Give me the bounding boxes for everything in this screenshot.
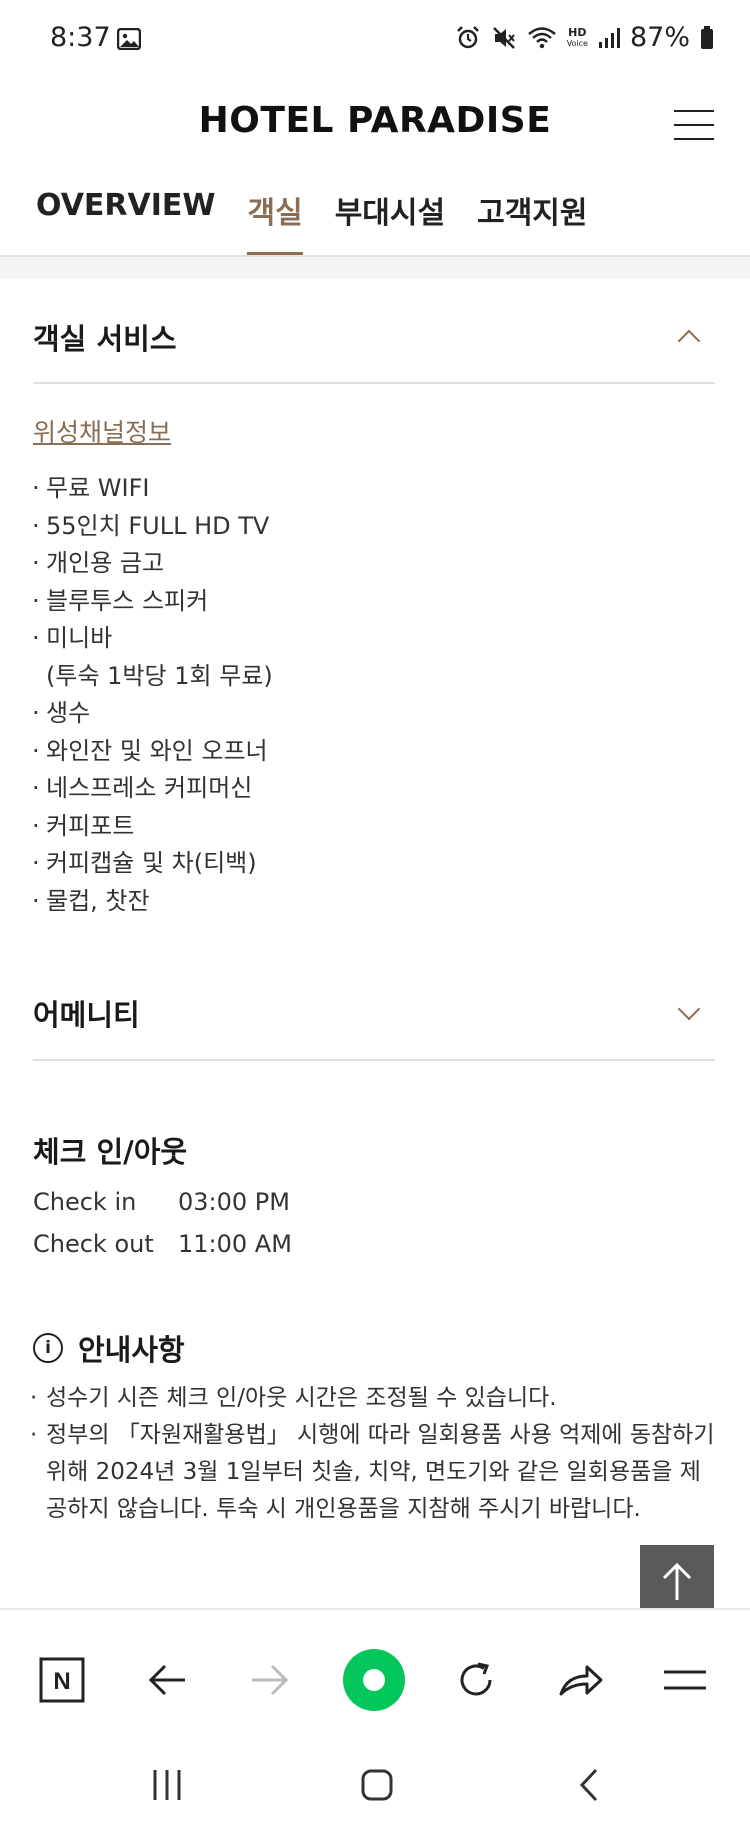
- list-item: · 미니바 (투숙 1박당 1회 무료): [32, 624, 273, 690]
- battery-icon: [701, 25, 713, 49]
- checkout-label: Check out: [33, 1230, 154, 1258]
- arrow-right-icon: [252, 1664, 289, 1696]
- wifi-icon: [527, 26, 556, 48]
- voice-label: Voice: [566, 38, 588, 48]
- category-tabs: OVERVIEW 객실 부대시설 고객지원: [36, 188, 588, 255]
- notice-item-text: 성수기 시즌 체크 인/아웃 시간은 조정될 수 있습니다.: [46, 1385, 557, 1411]
- minibar-note: (투숙 1박당 1회 무료): [46, 661, 273, 690]
- checkout-time: 11:00 AM: [178, 1230, 292, 1258]
- share-icon: [559, 1665, 603, 1696]
- system-back-button[interactable]: [567, 1760, 611, 1810]
- home-button[interactable]: [355, 1760, 399, 1810]
- list-item: · 커피캡슐 및 차(티백): [32, 849, 257, 877]
- naver-n-glyph: N: [53, 1668, 70, 1695]
- list-item: · 블루투스 스피커: [32, 586, 209, 615]
- notice-list: · 성수기 시즌 체크 인/아웃 시간은 조정될 수 있습니다. · 정부의 「자원…: [28, 1380, 718, 1528]
- section-gap: [0, 257, 750, 279]
- menu-icon: [664, 1670, 706, 1690]
- status-time: 8:37: [50, 22, 111, 53]
- notice-title: 안내사항: [78, 1333, 185, 1367]
- list-item-label: 블루투스 스피커: [46, 586, 209, 615]
- list-item: · 55인치 FULL HD TV: [32, 511, 270, 540]
- naver-n-icon: N: [39, 1657, 85, 1703]
- forward-button[interactable]: [245, 1655, 295, 1705]
- status-icons: HD Voice 87%: [455, 22, 714, 53]
- green-dot-button[interactable]: [339, 1645, 409, 1715]
- recent-apps-button[interactable]: [145, 1760, 189, 1810]
- room-service-title[interactable]: 객실 서비스: [33, 316, 177, 358]
- list-item: · 와인잔 및 와인 오프너: [32, 736, 268, 765]
- share-button[interactable]: [556, 1655, 606, 1705]
- signal-icon: [598, 27, 620, 48]
- room-service-divider: [33, 382, 715, 384]
- list-item: · 네스프레소 커피머신: [32, 774, 253, 802]
- chevron-up-icon[interactable]: [677, 329, 701, 353]
- amenity-divider: [33, 1059, 715, 1061]
- refresh-icon: [460, 1662, 492, 1696]
- naver-home-button[interactable]: N: [37, 1655, 87, 1705]
- alarm-icon: [456, 25, 479, 48]
- chevron-down-icon[interactable]: [677, 997, 701, 1021]
- gallery-notification-icon: [117, 28, 141, 50]
- notice-item-text: 정부의 「자원재활용법」 시행에 따라 일회용품 사용 억제에 동참하기 위해 …: [46, 1422, 715, 1522]
- list-item: · 커피포트: [32, 811, 135, 840]
- notice-item: · 정부의 「자원재활용법」 시행에 따라 일회용품 사용 억제에 동참하기 위해…: [30, 1422, 715, 1522]
- tab-customer-support[interactable]: 고객지원: [477, 188, 587, 255]
- battery-percent: 87%: [629, 22, 690, 53]
- hamburger-menu-button[interactable]: [674, 108, 714, 142]
- list-item-label: 55인치 FULL HD TV: [46, 511, 270, 540]
- tab-facilities[interactable]: 부대시설: [335, 188, 445, 255]
- list-item-label: 커피캡슐 및 차(티백): [46, 849, 257, 877]
- notice-item: · 성수기 시즌 체크 인/아웃 시간은 조정될 수 있습니다.: [30, 1385, 557, 1411]
- green-dot-icon: [343, 1649, 405, 1711]
- list-item: · 개인용 금고: [32, 549, 165, 577]
- browser-menu-button[interactable]: [660, 1655, 710, 1705]
- chevron-left-icon: [579, 1768, 598, 1802]
- checkin-label: Check in: [33, 1188, 137, 1216]
- list-item-label: 무료 WIFI: [46, 474, 150, 502]
- hd-voice-icon: HD Voice: [567, 27, 588, 49]
- satellite-channel-link[interactable]: 위성채널정보: [33, 413, 171, 449]
- list-item-label: 커피포트: [46, 811, 135, 840]
- checkin-time: 03:00 PM: [178, 1188, 290, 1216]
- list-item: · 무료 WIFI: [32, 474, 150, 502]
- checkinout-title: 체크 인/아웃: [33, 1135, 188, 1169]
- info-icon: i: [33, 1333, 63, 1363]
- list-item-label: 생수: [46, 699, 91, 727]
- tab-overview[interactable]: OVERVIEW: [36, 188, 215, 255]
- list-item-label: 네스프레소 커피머신: [46, 774, 253, 802]
- list-item-label: 물컵, 찻잔: [46, 886, 150, 915]
- tab-rooms[interactable]: 객실: [247, 188, 303, 255]
- recent-apps-icon: [153, 1770, 181, 1800]
- list-item-label: 개인용 금고: [46, 549, 165, 577]
- back-button[interactable]: [142, 1655, 192, 1705]
- list-item: · 물컵, 찻잔: [32, 886, 150, 915]
- refresh-button[interactable]: [451, 1655, 501, 1705]
- mute-icon: [492, 26, 515, 49]
- room-service-list: · 무료 WIFI · 55인치 FULL HD TV · 개인용 금고 · 블루투스 …: [28, 470, 273, 920]
- arrow-left-icon: [148, 1664, 185, 1696]
- list-item-label: 와인잔 및 와인 오프너: [46, 736, 268, 765]
- hd-label: HD: [568, 25, 587, 39]
- hotel-brand-title[interactable]: HOTEL PARADISE: [0, 100, 750, 141]
- home-icon: [361, 1769, 393, 1801]
- list-item: · 생수: [32, 699, 91, 727]
- list-item-label: 미니바: [46, 624, 113, 652]
- amenity-title[interactable]: 어메니티: [33, 992, 140, 1034]
